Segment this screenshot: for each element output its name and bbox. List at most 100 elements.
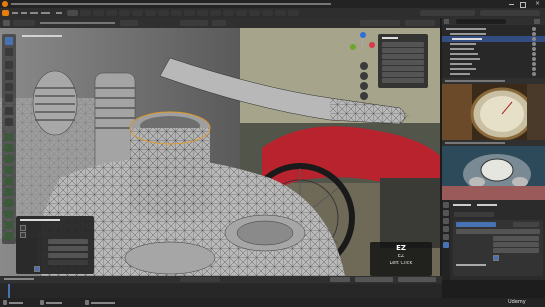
output-properties-icon[interactable] (443, 218, 449, 224)
subdivision-render-levels[interactable] (493, 242, 539, 247)
looptools-bridge-button[interactable] (382, 42, 424, 47)
pan-hand-icon[interactable] (360, 72, 368, 80)
current-frame-field[interactable] (330, 277, 350, 282)
workspace-tab[interactable] (67, 10, 78, 16)
rotate-tool-icon[interactable] (5, 72, 13, 80)
workspace-tab[interactable] (236, 10, 247, 16)
close-window-button[interactable]: × (532, 1, 541, 7)
operation-panel-title[interactable] (20, 219, 60, 221)
workspace-tab[interactable] (106, 10, 117, 16)
menu-file[interactable] (12, 12, 18, 14)
viewport-menus[interactable] (40, 22, 115, 24)
image-editor-bottom[interactable] (442, 140, 545, 200)
maximize-window-button[interactable] (519, 1, 526, 8)
outliner-type-icon[interactable] (444, 19, 449, 24)
render-properties-icon[interactable] (443, 210, 449, 216)
spin-tool-icon[interactable] (5, 199, 13, 207)
viewport-3d[interactable]: EZ EZ Left Click (0, 28, 440, 276)
option-checkbox-1[interactable] (20, 225, 26, 231)
workspace-tab[interactable] (249, 10, 260, 16)
menu-edit[interactable] (21, 12, 27, 14)
tool-properties-icon[interactable] (443, 202, 449, 208)
poly-build-tool-icon[interactable] (5, 188, 13, 196)
workspace-tab[interactable] (197, 10, 208, 16)
playback-menu[interactable] (4, 278, 34, 280)
extrude-tool-icon[interactable] (5, 133, 13, 141)
looptools-circle-button[interactable] (382, 48, 424, 53)
workspace-tab[interactable] (223, 10, 234, 16)
editor-type-icon[interactable] (3, 20, 10, 26)
outliner-row[interactable] (442, 71, 545, 77)
menu-window[interactable] (41, 12, 50, 14)
optimal-display-checkbox[interactable] (493, 255, 499, 261)
workspace-tab[interactable] (93, 10, 104, 16)
add-modifier-dropdown[interactable] (454, 212, 494, 217)
menu-help[interactable] (56, 12, 62, 14)
workspace-tab[interactable] (80, 10, 91, 16)
gizmo-y-axis[interactable] (350, 44, 356, 50)
workspace-tab[interactable] (210, 10, 221, 16)
workspace-tab[interactable] (158, 10, 169, 16)
option-checkbox-3[interactable] (34, 266, 40, 272)
overlay-toggles[interactable] (360, 20, 400, 26)
subdivision-viewport-levels[interactable] (493, 236, 539, 241)
blender-menu-icon[interactable] (2, 10, 9, 16)
inset-tool-icon[interactable] (5, 144, 13, 152)
loop-cut-tool-icon[interactable] (5, 166, 13, 174)
option-checkbox-2[interactable] (20, 232, 26, 238)
modifier-toggle-icons[interactable] (513, 222, 539, 227)
looptools-curve-button[interactable] (382, 54, 424, 59)
annotate-tool-icon[interactable] (5, 107, 13, 115)
workspace-tab[interactable] (184, 10, 195, 16)
image-editor-menus[interactable] (445, 80, 505, 82)
looptools-relax-button[interactable] (382, 78, 424, 83)
perspective-grid-icon[interactable] (360, 92, 368, 100)
measure-tool-icon[interactable] (5, 118, 13, 126)
smooth-tool-icon[interactable] (5, 210, 13, 218)
workspace-tab[interactable] (288, 10, 299, 16)
select-tool-icon[interactable] (5, 37, 13, 45)
end-frame-field[interactable] (398, 277, 436, 282)
workspace-tab[interactable] (145, 10, 156, 16)
start-frame-field[interactable] (355, 277, 393, 282)
scene-properties-icon[interactable] (443, 226, 449, 232)
transform-tool-icon[interactable] (5, 94, 13, 102)
image-editor-top[interactable] (442, 78, 545, 140)
knife-tool-icon[interactable] (5, 177, 13, 185)
image-editor-menus-2[interactable] (445, 142, 505, 144)
minimize-window-button[interactable] (508, 1, 515, 7)
cursor-tool-icon[interactable] (5, 48, 13, 56)
rip-tool-icon[interactable] (5, 232, 13, 240)
select-mode-buttons[interactable] (120, 20, 138, 26)
filter-icon[interactable] (534, 19, 540, 24)
workspace-tab[interactable] (275, 10, 286, 16)
mode-selector[interactable] (13, 20, 35, 26)
subdivision-quality-field[interactable] (493, 248, 539, 253)
modifier-name-field[interactable] (456, 222, 496, 227)
workspace-tab[interactable] (119, 10, 130, 16)
bevel-tool-icon[interactable] (5, 155, 13, 163)
option-field-1[interactable] (48, 239, 88, 244)
gizmo-z-axis[interactable] (360, 32, 366, 38)
scene-selector[interactable] (420, 10, 475, 16)
move-tool-icon[interactable] (5, 61, 13, 69)
outliner-search-input[interactable] (456, 19, 506, 24)
camera-icon[interactable] (360, 82, 368, 90)
advanced-subpanel[interactable] (456, 264, 486, 266)
workspace-tab[interactable] (171, 10, 182, 16)
zoom-icon[interactable] (360, 62, 368, 70)
playhead[interactable] (8, 284, 10, 298)
gizmo-x-axis[interactable] (369, 42, 375, 48)
timeline-ruler[interactable] (0, 284, 442, 298)
transform-orientation-selector[interactable] (180, 20, 208, 26)
option-field-3[interactable] (48, 253, 88, 258)
visibility-eye-icon[interactable] (532, 72, 536, 76)
shear-tool-icon[interactable] (5, 221, 13, 229)
scale-tool-icon[interactable] (5, 83, 13, 91)
object-properties-icon[interactable] (443, 234, 449, 240)
navigation-gizmo[interactable] (350, 32, 376, 58)
looptools-gstretch-button[interactable] (382, 66, 424, 71)
looptools-loft-button[interactable] (382, 72, 424, 77)
option-dropdown[interactable] (48, 260, 88, 265)
play-controls[interactable] (180, 277, 220, 282)
